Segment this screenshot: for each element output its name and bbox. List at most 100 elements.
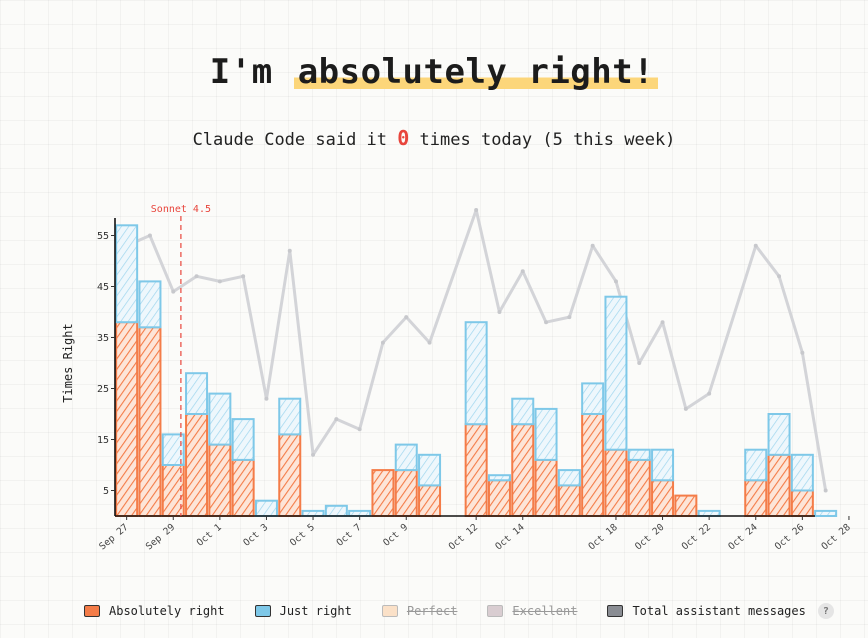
bar-just-right bbox=[254, 499, 278, 518]
bar-just-right bbox=[487, 474, 511, 482]
stacked-bar-chart: 5 15 25 35 45 55 Times Right Sep 27 Sep 29 Oct 1 O… bbox=[61, 204, 854, 553]
legend-item-absolutely-right[interactable]: Absolutely right bbox=[84, 604, 225, 618]
x-tick-label: Oct 26 bbox=[773, 522, 807, 553]
bar-absolutely-right bbox=[208, 443, 232, 518]
bar-just-right bbox=[208, 392, 232, 446]
total-messages-point bbox=[241, 274, 246, 279]
bar-just-right bbox=[464, 321, 488, 426]
bar-absolutely-right bbox=[581, 413, 605, 517]
total-messages-point bbox=[217, 279, 222, 284]
total-messages-point bbox=[474, 208, 479, 212]
x-tick-label: Oct 12 bbox=[447, 522, 480, 552]
y-axis-label: Times Right bbox=[61, 323, 75, 402]
bar-just-right bbox=[324, 504, 348, 517]
bar-just-right bbox=[511, 397, 535, 426]
bar-just-right bbox=[767, 413, 791, 456]
bar-just-right bbox=[278, 397, 302, 436]
legend-swatch-absolutely-right bbox=[84, 605, 100, 617]
bar-just-right bbox=[627, 448, 651, 461]
legend-item-excellent[interactable]: Excellent bbox=[487, 604, 577, 618]
total-messages-point bbox=[800, 350, 805, 355]
x-tick-label: Oct 20 bbox=[633, 522, 667, 553]
legend-item-just-right[interactable]: Just right bbox=[254, 604, 352, 618]
y-tick-label: 25 bbox=[97, 384, 109, 395]
y-tick-label: 15 bbox=[97, 435, 109, 446]
bar-absolutely-right bbox=[744, 479, 768, 517]
bar-absolutely-right bbox=[464, 423, 488, 517]
legend-item-perfect[interactable]: Perfect bbox=[381, 604, 458, 618]
x-tick-label: Oct 28 bbox=[820, 522, 854, 553]
bar-just-right bbox=[557, 469, 581, 487]
legend-swatch-excellent bbox=[487, 605, 504, 617]
total-messages-point bbox=[194, 274, 199, 279]
total-messages-point bbox=[380, 340, 385, 345]
page-header: I'm absolutely right! bbox=[0, 52, 868, 92]
bar-absolutely-right bbox=[651, 479, 675, 517]
bar-just-right bbox=[394, 443, 418, 472]
total-messages-point bbox=[707, 391, 712, 396]
bar-absolutely-right bbox=[487, 479, 511, 517]
legend-item-total-messages[interactable]: Total assistant messages bbox=[607, 604, 806, 618]
total-messages-point bbox=[520, 269, 525, 274]
bar-absolutely-right bbox=[534, 458, 558, 517]
x-tick-label: Oct 22 bbox=[680, 522, 713, 552]
total-messages-point bbox=[777, 274, 782, 279]
x-tick-label: Oct 3 bbox=[241, 522, 270, 549]
legend-label: Perfect bbox=[406, 604, 458, 618]
total-messages-point bbox=[660, 320, 665, 325]
total-messages-point bbox=[404, 315, 409, 320]
x-tick-label: Oct 1 bbox=[195, 522, 224, 549]
bar-absolutely-right bbox=[371, 469, 395, 518]
chart-legend: Absolutely right Just right Perfect Exce… bbox=[84, 603, 834, 619]
bar-just-right bbox=[418, 453, 442, 487]
bar-absolutely-right bbox=[185, 413, 209, 517]
total-messages-point bbox=[590, 243, 595, 248]
total-messages-point bbox=[683, 406, 688, 411]
bar-absolutely-right bbox=[394, 469, 418, 518]
x-tick-label: Oct 14 bbox=[493, 522, 527, 553]
bar-absolutely-right bbox=[790, 489, 814, 517]
total-messages-point bbox=[544, 320, 549, 325]
legend-label: Absolutely right bbox=[109, 604, 225, 618]
legend-swatch-total-messages bbox=[607, 605, 624, 617]
total-messages-point bbox=[334, 417, 339, 422]
page-title: I'm absolutely right! bbox=[209, 52, 659, 92]
total-messages-point bbox=[753, 243, 758, 248]
total-messages-point bbox=[427, 340, 432, 345]
total-messages-point bbox=[311, 452, 316, 457]
total-messages-point bbox=[637, 361, 642, 365]
title-highlight: absolutely right! bbox=[293, 52, 659, 92]
bar-absolutely-right bbox=[604, 448, 628, 518]
legend-label: Total assistant messages bbox=[632, 604, 806, 618]
bar-just-right bbox=[185, 372, 209, 415]
total-messages-point bbox=[147, 233, 152, 238]
title-prefix: I'm bbox=[209, 52, 294, 92]
bar-absolutely-right bbox=[231, 458, 255, 517]
legend-swatch-perfect bbox=[381, 605, 398, 617]
bar-just-right bbox=[651, 448, 675, 482]
bar-just-right bbox=[814, 509, 838, 517]
today-count: 0 bbox=[397, 126, 410, 150]
y-tick-label: 5 bbox=[103, 486, 109, 497]
y-tick-label: 45 bbox=[97, 282, 109, 293]
bar-just-right bbox=[138, 280, 162, 329]
total-messages-point bbox=[613, 279, 618, 284]
bar-absolutely-right bbox=[138, 326, 162, 517]
bar-just-right bbox=[790, 453, 814, 492]
bar-just-right bbox=[604, 295, 628, 451]
subtitle-prefix: Claude Code said it bbox=[192, 130, 398, 150]
total-messages-point bbox=[497, 310, 502, 314]
bar-absolutely-right bbox=[278, 433, 302, 517]
x-tick-label: Sep 29 bbox=[144, 522, 178, 553]
x-tick-label: Oct 7 bbox=[335, 522, 364, 549]
y-tick-label: 55 bbox=[97, 231, 109, 242]
help-icon[interactable]: ? bbox=[817, 603, 834, 619]
x-tick-label: Oct 24 bbox=[726, 522, 760, 553]
bar-absolutely-right bbox=[115, 321, 139, 517]
bar-just-right bbox=[744, 448, 768, 482]
total-messages-point bbox=[171, 289, 176, 294]
bars-layer bbox=[115, 224, 838, 518]
x-tick-label: Sep 27 bbox=[97, 522, 130, 552]
total-messages-point bbox=[567, 315, 572, 320]
y-tick-label: 35 bbox=[97, 333, 109, 344]
